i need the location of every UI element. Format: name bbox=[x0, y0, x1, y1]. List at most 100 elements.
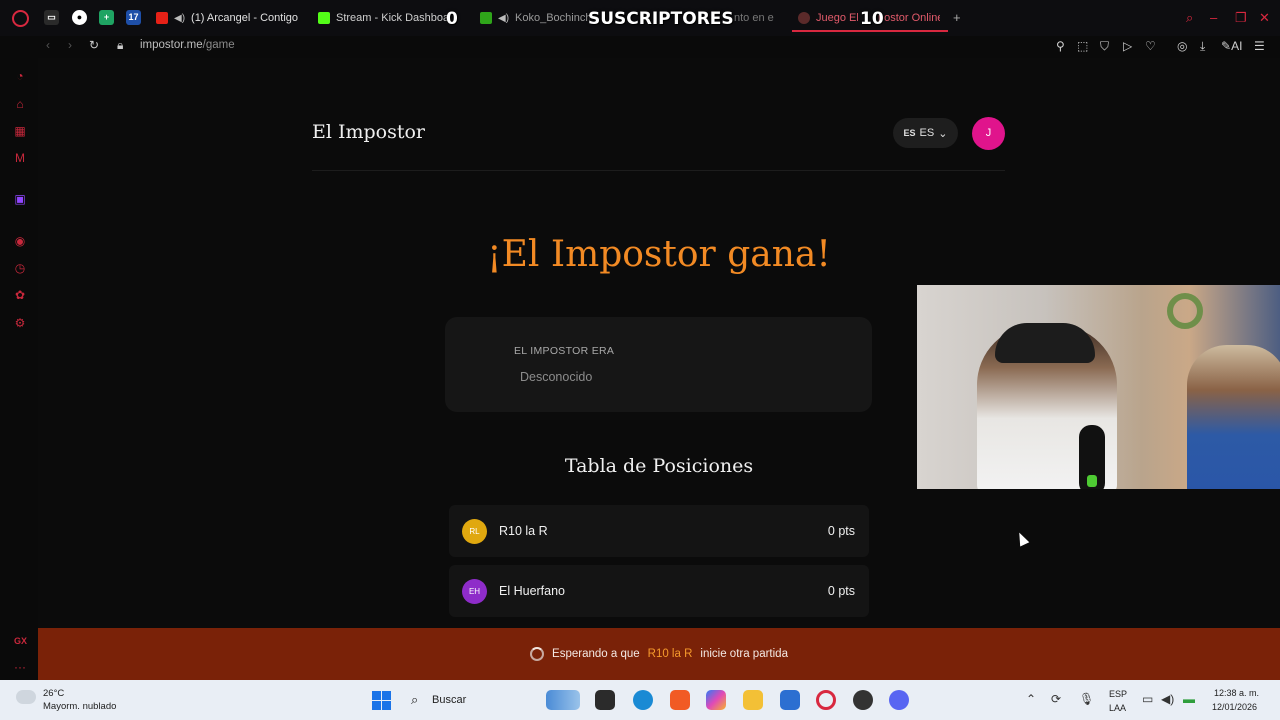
pinned-tab-icon[interactable]: ● bbox=[72, 10, 87, 25]
search-icon[interactable]: ⌕ bbox=[411, 692, 418, 708]
widget-app-icon[interactable] bbox=[546, 690, 580, 710]
banner-prefix: Esperando a que bbox=[552, 648, 640, 660]
new-tab-icon[interactable]: + bbox=[953, 10, 961, 25]
waiting-banner: Esperando a que R10 la R inicie otra par… bbox=[38, 628, 1280, 680]
messenger-icon[interactable]: M bbox=[13, 151, 27, 165]
pin-icon[interactable]: ⚲ bbox=[1056, 39, 1065, 53]
impostor-card bbox=[445, 317, 872, 412]
brave-app-icon[interactable] bbox=[670, 690, 690, 710]
streamer-guest bbox=[1187, 345, 1280, 489]
christmas-wreath bbox=[1167, 293, 1203, 329]
url-field[interactable]: impostor.me/game bbox=[140, 39, 235, 51]
pinned-app-icon[interactable]: 17 bbox=[126, 10, 141, 25]
url-path: /game bbox=[202, 39, 235, 51]
tab-label: Juego El bbox=[816, 12, 858, 24]
opera-gx-app-icon[interactable] bbox=[816, 690, 836, 710]
player-avatar: RL bbox=[462, 519, 487, 544]
header-divider bbox=[312, 170, 1005, 171]
player-points: 0 pts bbox=[827, 524, 855, 538]
restore-icon[interactable]: ❐ bbox=[1235, 10, 1247, 26]
download-icon[interactable]: ⤓ bbox=[1200, 39, 1205, 54]
site-brand[interactable]: El Impostor bbox=[312, 121, 425, 143]
language-flag: ES bbox=[903, 128, 916, 138]
reload-icon[interactable]: ↻ bbox=[89, 38, 99, 52]
browser-sidebar: ◔ ⌂ ▦ M ▣ ◉ ◷ ✿ ⚙ bbox=[0, 58, 38, 680]
user-avatar[interactable]: J bbox=[972, 117, 1005, 150]
tab-label: nto en e bbox=[734, 12, 774, 24]
gx-label: GX bbox=[14, 636, 28, 646]
loading-spinner-icon bbox=[530, 647, 545, 661]
play-icon[interactable]: ▷ bbox=[1123, 39, 1132, 53]
file-explorer-app-icon[interactable] bbox=[743, 690, 763, 710]
lock-icon: 🔒︎ bbox=[117, 38, 124, 52]
network-icon[interactable]: ▭ bbox=[1142, 692, 1153, 706]
weather-temperature[interactable]: 26°C bbox=[43, 688, 64, 699]
speaker-icon: ◀) bbox=[174, 12, 186, 24]
weather-cloud-icon[interactable] bbox=[16, 690, 36, 704]
back-icon[interactable]: ‹ bbox=[46, 38, 50, 52]
windows-start-icon[interactable] bbox=[372, 691, 391, 710]
taskbar-search[interactable]: Buscar bbox=[432, 694, 466, 706]
tab-koko-bochinche[interactable]: ◀) Koko_Bochinche bbox=[480, 6, 590, 30]
opera-logo-icon[interactable] bbox=[12, 10, 29, 27]
terminal-app-icon[interactable] bbox=[595, 690, 615, 710]
more-icon[interactable]: ··· bbox=[14, 660, 26, 674]
url-host: impostor.me bbox=[140, 39, 203, 51]
tab-arcangel[interactable]: ◀) (1) Arcangel - Contigo bbox=[156, 6, 306, 30]
chevron-down-icon: ⌄ bbox=[938, 127, 948, 140]
pinned-sheets-icon[interactable]: + bbox=[99, 10, 114, 25]
webcam-overlay bbox=[917, 285, 1280, 489]
banner-suffix: inicie otra partida bbox=[700, 648, 788, 660]
tab-label: Stream - Kick Dashboard bbox=[336, 12, 448, 24]
tab-label: postor Online bbox=[878, 12, 940, 24]
heart-icon[interactable]: ♡ bbox=[1145, 39, 1156, 53]
copilot-app-icon[interactable] bbox=[706, 690, 726, 710]
clock-date[interactable]: 12/01/2026 bbox=[1212, 702, 1257, 712]
forward-icon[interactable]: › bbox=[68, 38, 72, 52]
minimize-icon[interactable]: – bbox=[1210, 10, 1217, 25]
tab-partial[interactable]: nto en e bbox=[734, 6, 779, 30]
weather-description[interactable]: Mayorm. nublado bbox=[43, 701, 116, 712]
extensions-icon[interactable]: ✿ bbox=[13, 288, 27, 302]
player-points: 0 pts bbox=[827, 584, 855, 598]
speed-dial-icon[interactable]: ◔ bbox=[13, 69, 27, 83]
mail-app-icon[interactable] bbox=[780, 690, 800, 710]
tray-overflow-icon[interactable]: ⌃ bbox=[1026, 692, 1036, 706]
speaker-icon: ◀) bbox=[498, 12, 510, 24]
clock-time[interactable]: 12:38 a. m. bbox=[1214, 688, 1259, 698]
mic-tray-icon[interactable]: 🎙︎ bbox=[1079, 692, 1094, 706]
snapshot-icon[interactable]: ⬚ bbox=[1077, 39, 1088, 53]
account-icon[interactable]: ◎ bbox=[1177, 39, 1187, 53]
sync-icon[interactable]: ⟳ bbox=[1051, 692, 1061, 706]
ai-button[interactable]: ✎AI bbox=[1221, 39, 1242, 53]
menu-icon[interactable]: ☰ bbox=[1254, 39, 1265, 53]
volume-icon[interactable]: ◀) bbox=[1161, 692, 1174, 706]
kick-icon bbox=[480, 12, 492, 24]
gx-control-icon[interactable]: ⌂ bbox=[13, 97, 27, 111]
obs-app-icon[interactable] bbox=[853, 690, 873, 710]
close-icon[interactable]: ✕ bbox=[1259, 10, 1270, 26]
discord-app-icon[interactable] bbox=[889, 690, 909, 710]
tab-label: Koko_Bochinche bbox=[515, 12, 590, 24]
tab-juego-impostor-rest: postor Online bbox=[878, 6, 940, 30]
settings-icon[interactable]: ⚙ bbox=[13, 316, 27, 330]
language-selector[interactable]: ES ES ⌄ bbox=[893, 118, 958, 148]
search-tabs-icon[interactable]: ⌕ bbox=[1186, 10, 1193, 26]
tab-kick-dashboard[interactable]: Stream - Kick Dashboard bbox=[318, 6, 448, 30]
impostor-value: Desconocido bbox=[520, 370, 593, 384]
edge-app-icon[interactable] bbox=[633, 690, 653, 710]
tab-juego-impostor[interactable]: Juego El bbox=[798, 6, 858, 30]
shield-icon[interactable]: ⛉ bbox=[1100, 39, 1109, 54]
overlay-count-left: 0 bbox=[446, 9, 458, 29]
twitch-icon[interactable]: ▣ bbox=[13, 192, 27, 206]
banner-host-name: R10 la R bbox=[647, 648, 693, 660]
battery-icon[interactable]: ▬ bbox=[1183, 692, 1195, 706]
input-language-2[interactable]: LAA bbox=[1109, 703, 1126, 713]
workspace-icon[interactable]: ▭ bbox=[44, 10, 59, 25]
player-name: El Huerfano bbox=[499, 584, 566, 598]
youtube-icon bbox=[156, 12, 168, 24]
site-icon bbox=[798, 12, 810, 24]
browser-tab-bar: ▭ ● + 17 ◀) (1) Arcangel - Contigo Strea… bbox=[0, 0, 1280, 36]
input-language-1[interactable]: ESP bbox=[1109, 689, 1127, 699]
gx-corner-icon[interactable]: ▦ bbox=[13, 124, 27, 138]
